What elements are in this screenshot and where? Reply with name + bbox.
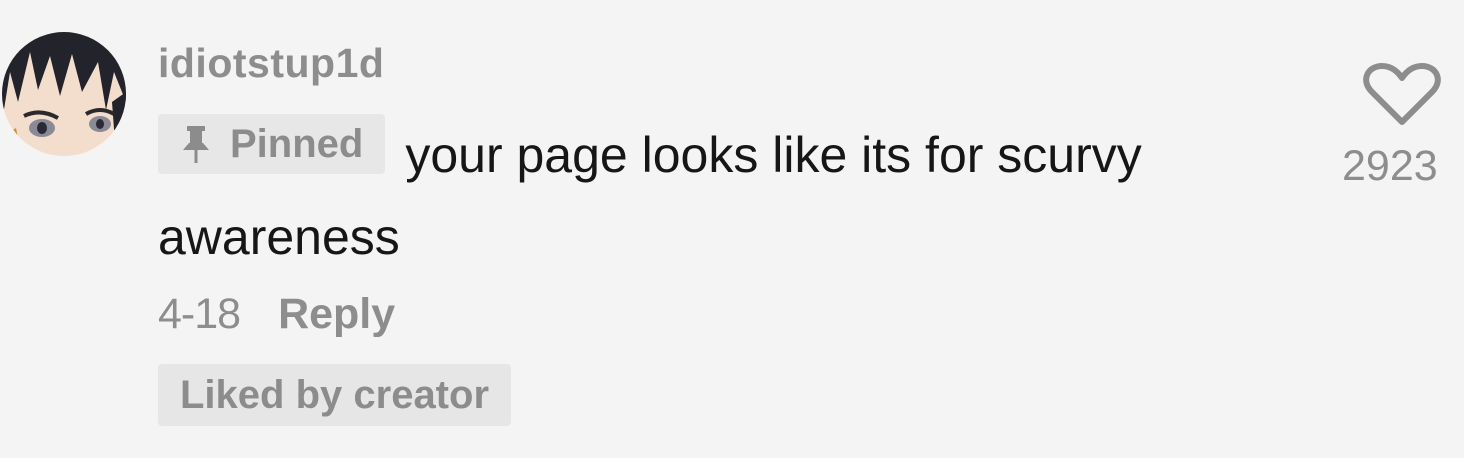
avatar[interactable] — [2, 32, 126, 156]
anime-avatar-icon — [2, 32, 126, 156]
comment-date: 4-18 — [158, 290, 241, 338]
comment-item: idiotstup1d Pinned your page looks like … — [0, 0, 1464, 458]
like-button[interactable] — [1362, 62, 1442, 128]
liked-by-creator-badge: Liked by creator — [158, 364, 512, 426]
username[interactable]: idiotstup1d — [158, 40, 384, 87]
like-count: 2923 — [1342, 142, 1438, 190]
pinned-badge: Pinned — [158, 114, 386, 174]
pin-icon — [183, 126, 209, 163]
comment-body: Pinned your page looks like its for scur… — [158, 114, 1318, 278]
comment-meta: 4-18 Reply — [158, 290, 395, 339]
heart-outline-icon — [1363, 63, 1441, 125]
pinned-label: Pinned — [230, 122, 364, 166]
reply-button[interactable]: Reply — [278, 290, 395, 339]
